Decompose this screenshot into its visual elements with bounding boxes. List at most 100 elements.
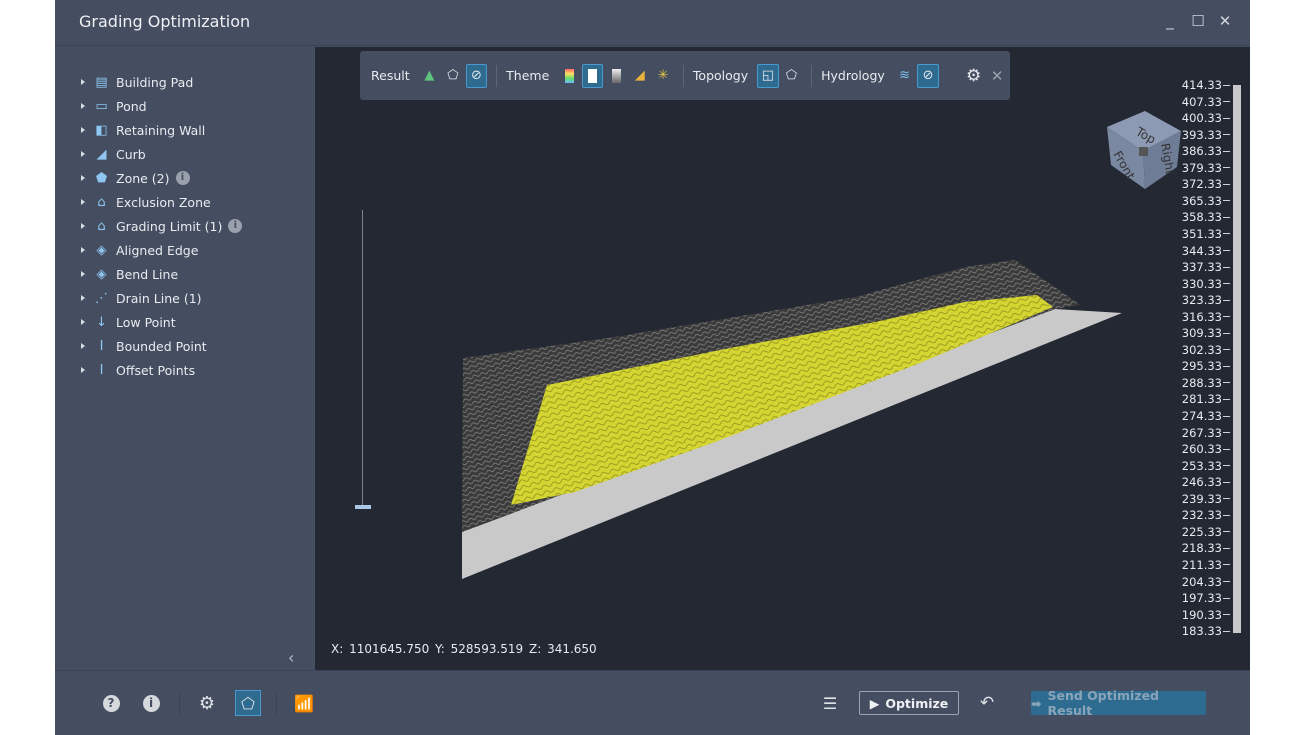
scale-label: 323.33 [1182,293,1230,307]
scale-label: 274.33 [1182,409,1230,423]
scale-label: 253.33 [1182,459,1230,473]
bottom-bar: ? i ⚙ ⬠ 📶 ☰ ▶ Optimize ↶ ➡ Send Optimized … [55,670,1250,735]
expand-icon[interactable] [81,271,85,277]
scale-label: 309.33 [1182,326,1230,340]
scale-label: 407.33 [1182,95,1230,109]
optimize-button[interactable]: ▶ Optimize [859,691,959,715]
scale-label: 372.33 [1182,177,1230,191]
scale-label: 183.33 [1182,624,1230,638]
tree-item-label: Curb [116,146,146,162]
tree-item[interactable]: ◢ Curb [81,143,146,165]
tree-item[interactable]: ▭ Pond [81,95,147,117]
vertical-exaggeration-slider[interactable] [362,210,363,507]
tree-item[interactable]: ◈ Aligned Edge [81,239,198,261]
tree-item-label: Offset Points [116,362,196,378]
tree-item[interactable]: ↓ Low Point [81,311,176,333]
help-icon[interactable]: ? [98,690,124,716]
theme-aspect-icon[interactable]: ✳ [652,64,674,88]
exclusion-zone-icon: ⌂ [97,194,106,210]
tree-item[interactable]: I Offset Points [81,359,195,381]
expand-icon[interactable] [81,127,85,133]
cut-fill-icon[interactable]: ▲ [419,64,441,88]
scale-label: 302.33 [1182,343,1230,357]
scale-label: 386.33 [1182,144,1230,158]
zone-icon: ⬟ [95,170,108,186]
curb-icon: ◢ [96,146,107,162]
parameters-icon[interactable]: ☰ [817,690,843,716]
window-title: Grading Optimization [79,12,251,31]
info-icon[interactable]: i [228,219,243,233]
scale-label: 246.33 [1182,475,1230,489]
expand-icon[interactable] [81,247,85,253]
tree-item[interactable]: ⋰ Drain Line (1) [81,287,202,309]
view-toggle-icon[interactable]: ⬠ [235,690,261,716]
tree-item-label: Bounded Point [116,338,207,354]
scale-label: 393.33 [1182,128,1230,142]
maximize-icon[interactable]: ☐ [1189,12,1207,32]
collapse-sidebar-icon[interactable]: ‹ [288,648,294,667]
water-flow-icon[interactable]: ≋ [894,64,916,88]
result-surface-icon[interactable]: ⬠ [442,64,464,88]
cursor-coordinates: X: 1101645.750 Y: 528593.519 Z: 341.650 [331,642,597,656]
3d-viewport[interactable]: Result ▲ ⬠ ⊘ Theme ◢ ✳ Topology ◱ ⬠ Hydr… [315,47,1250,670]
info-icon[interactable]: i [138,690,164,716]
contours-icon[interactable]: ◱ [757,63,779,88]
theme-gray-icon[interactable] [605,64,627,88]
tree-item[interactable]: I Bounded Point [81,335,207,357]
slider-handle[interactable] [355,505,371,509]
triangulation-icon[interactable]: ⬠ [781,64,803,88]
scale-label: 232.33 [1182,508,1230,522]
minimize-icon[interactable]: _ [1161,12,1179,32]
expand-icon[interactable] [81,295,85,301]
theme-white-icon[interactable] [581,63,604,88]
tree-item[interactable]: ◈ Bend Line [81,263,178,285]
low-point-icon: ↓ [96,314,107,330]
scale-label: 288.33 [1182,376,1230,390]
play-icon: ▶ [869,695,880,711]
viewcube-home[interactable] [1139,147,1148,156]
info-icon[interactable]: i [175,171,190,185]
expand-icon[interactable] [81,319,85,325]
scale-label: 316.33 [1182,310,1230,324]
result-none-icon[interactable]: ⊘ [465,63,488,88]
hydrology-none-icon[interactable]: ⊘ [917,63,939,88]
tree-item[interactable]: ⌂ Grading Limit (1) i [81,215,243,237]
undo-icon[interactable]: ↶ [974,690,1000,716]
expand-icon[interactable] [81,199,85,205]
topology-label: Topology [692,68,749,83]
display-toolbar: Result ▲ ⬠ ⊘ Theme ◢ ✳ Topology ◱ ⬠ Hydr… [360,51,1010,100]
expand-icon[interactable] [81,367,85,373]
theme-elevation-icon[interactable] [558,64,580,88]
expand-icon[interactable] [81,79,85,85]
tree-item-label: Grading Limit (1) [116,218,223,234]
scale-label: 267.33 [1182,426,1230,440]
settings-icon[interactable]: ⚙ [194,690,220,716]
tree-item-label: Zone (2) [116,170,170,186]
tree-item[interactable]: ◧ Retaining Wall [81,119,205,141]
expand-icon[interactable] [81,223,85,229]
tree-item[interactable]: ⬟ Zone (2) i [81,167,190,189]
tree-item-label: Drain Line (1) [116,290,202,306]
tree-item[interactable]: ▤ Building Pad [81,71,193,93]
tree-item[interactable]: ⌂ Exclusion Zone [81,191,211,213]
scale-label: 295.33 [1182,359,1230,373]
close-toolbar-icon[interactable]: ✕ [986,64,1008,88]
chart-icon[interactable]: 📶 [291,690,317,716]
scale-label: 344.33 [1182,244,1230,258]
gear-icon[interactable]: ⚙ [963,64,985,88]
expand-icon[interactable] [81,103,85,109]
close-icon[interactable]: ✕ [1216,12,1234,32]
theme-slope-icon[interactable]: ◢ [629,64,651,88]
expand-icon[interactable] [81,151,85,157]
send-optimized-result-button[interactable]: ➡ Send Optimized Result [1031,688,1206,718]
expand-icon[interactable] [81,175,85,181]
scale-label: 414.33 [1182,78,1230,92]
theme-label: Theme [506,68,550,83]
pond-icon: ▭ [95,98,108,114]
drain-line-icon: ⋰ [95,290,108,306]
expand-icon[interactable] [81,343,85,349]
building-pad-icon: ▤ [95,74,108,90]
grading-limit-icon: ⌂ [97,218,106,234]
tree-item-label: Exclusion Zone [116,194,211,210]
tree-item-label: Bend Line [116,266,179,282]
